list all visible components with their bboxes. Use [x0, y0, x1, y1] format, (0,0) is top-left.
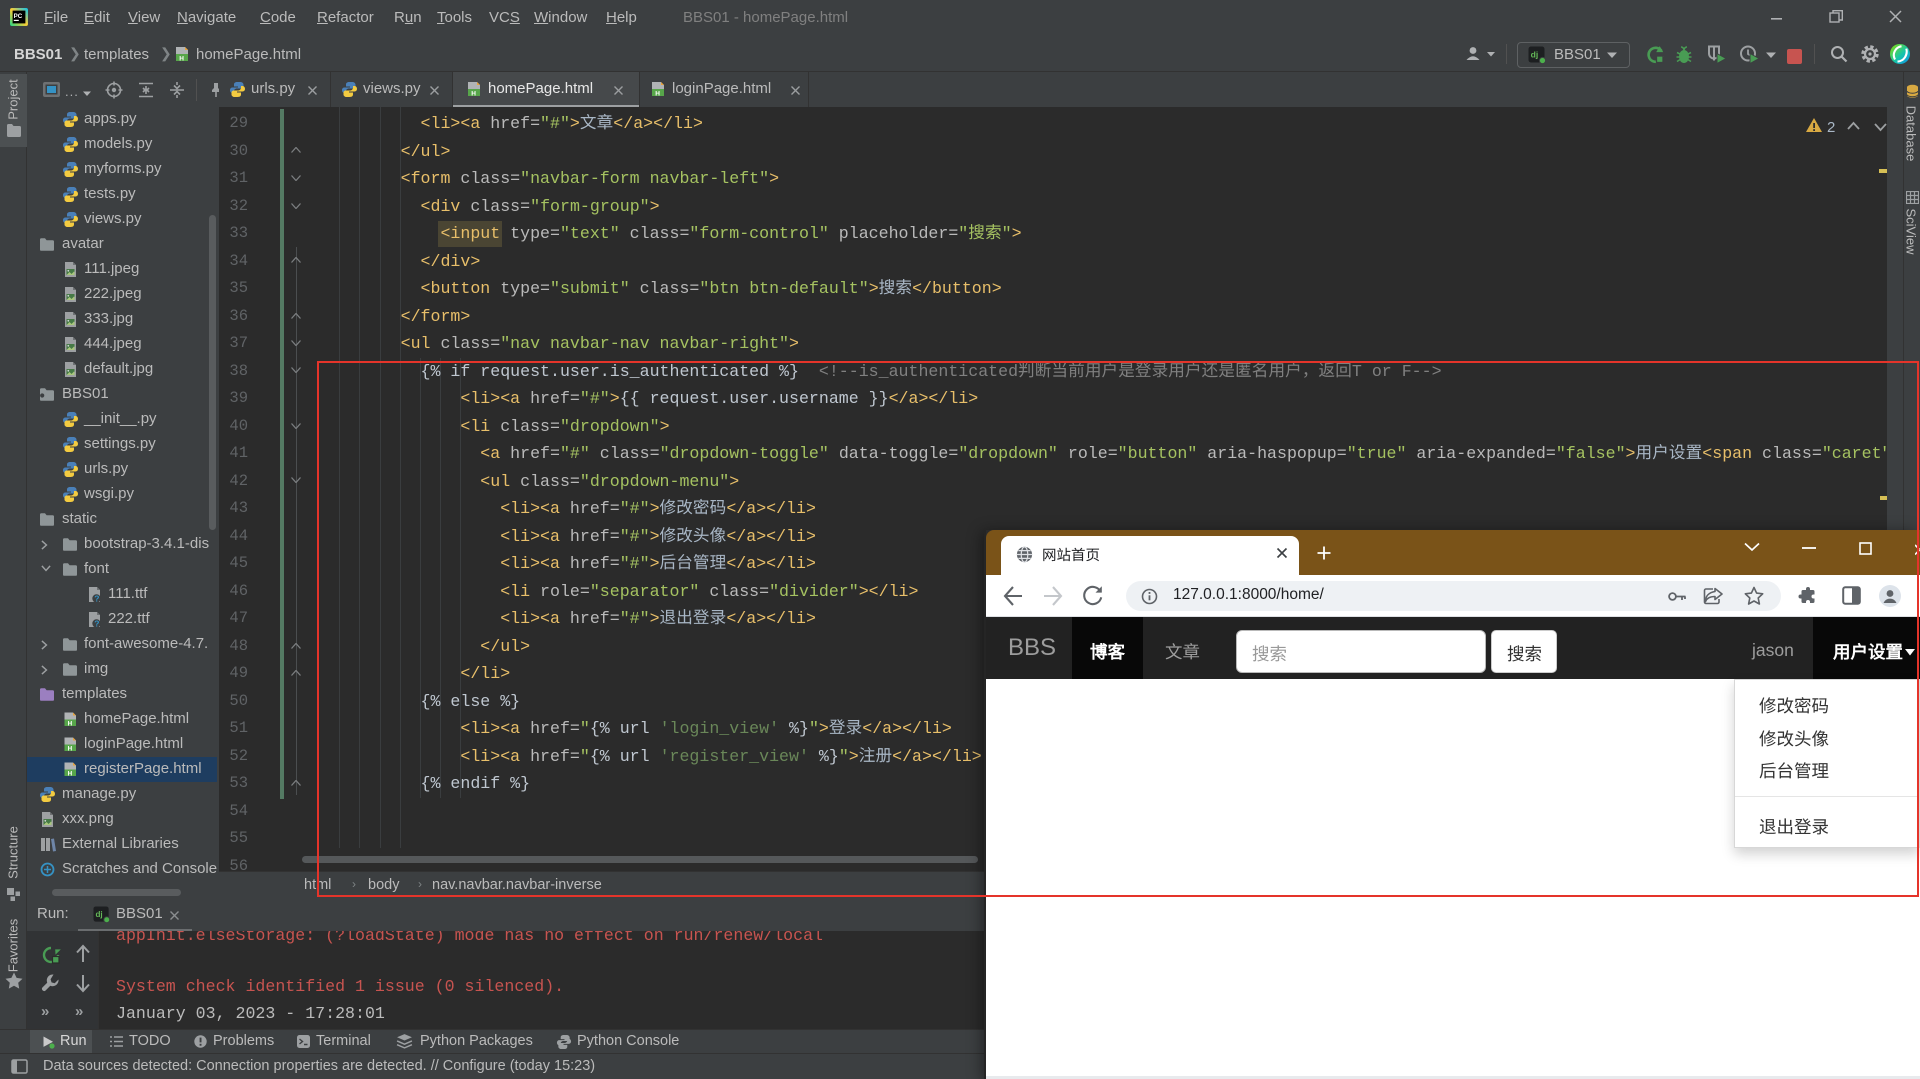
svg-text:dj: dj — [1531, 50, 1539, 60]
svg-text:H: H — [179, 55, 184, 62]
svg-text:PC: PC — [14, 13, 23, 20]
svg-text:H: H — [471, 90, 476, 97]
svg-text:dj: dj — [95, 910, 102, 919]
svg-text:H: H — [655, 90, 660, 97]
svg-text:2: 2 — [1827, 119, 1835, 136]
